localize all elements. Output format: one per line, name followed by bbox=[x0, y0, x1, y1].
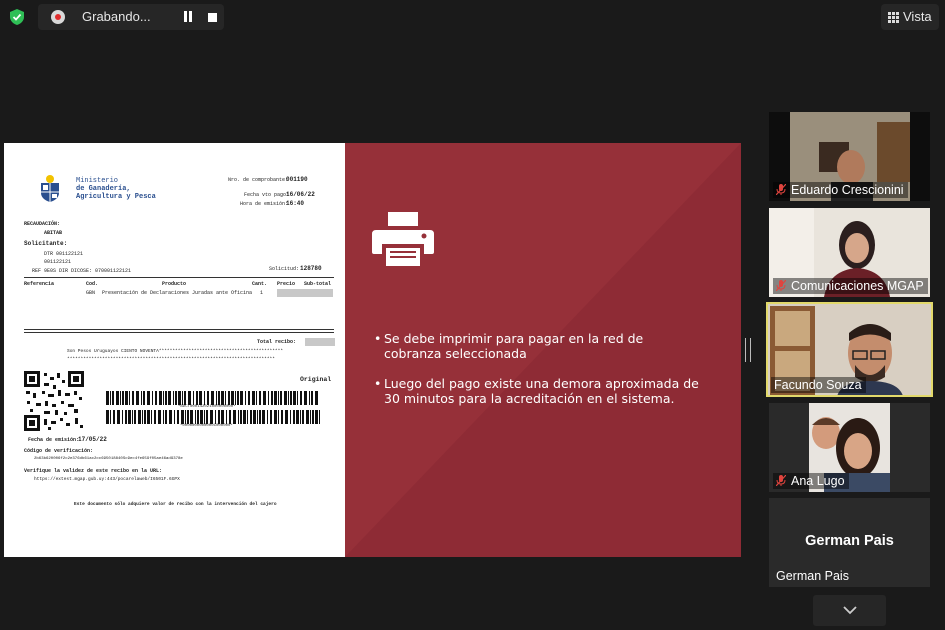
ref-line: REF 9E0S DIR DICOSE: 070001122121 bbox=[32, 268, 132, 274]
price-redaction bbox=[277, 289, 333, 297]
col-producto: Producto bbox=[162, 281, 187, 287]
printer-icon bbox=[372, 212, 434, 266]
stars-line: ****************************************… bbox=[67, 357, 275, 362]
receipt-footer: Este documento sólo adquiere valor de re… bbox=[74, 502, 277, 507]
solicitante-line-2: 001122121 bbox=[44, 259, 72, 265]
barcode-2 bbox=[106, 410, 320, 424]
scroll-participants-button[interactable] bbox=[813, 595, 886, 626]
verifique-label: Verifique la validez de este recibo en l… bbox=[24, 468, 163, 474]
son-pesos-line: Son Pesos Uruguayos CIENTO NOVENTA******… bbox=[67, 349, 284, 354]
solicitud-label: Solicitud: bbox=[269, 266, 300, 272]
bullet-print: Se debe imprimir para pagar en la red de… bbox=[374, 331, 704, 361]
grid-icon bbox=[888, 12, 899, 23]
muted-mic-icon bbox=[776, 475, 786, 486]
total-divider-1 bbox=[24, 329, 334, 330]
participant-name-text: German Pais bbox=[776, 569, 849, 583]
ministry-line-3: Agricultura y Pesca bbox=[76, 193, 156, 201]
original-label: Original bbox=[300, 376, 332, 383]
uruguay-coat-of-arms-logo bbox=[41, 175, 59, 202]
solicitante-label: Solicitante: bbox=[24, 240, 68, 247]
ministry-name: Ministerio de Ganadería, Agricultura y P… bbox=[76, 177, 156, 201]
codigo-label: Código de verificación: bbox=[24, 448, 94, 454]
qr-code bbox=[24, 371, 84, 431]
participant-name: Comunicaciones MGAP bbox=[773, 278, 928, 294]
col-referencia: Referencia bbox=[24, 281, 55, 287]
ministry-line-2: de Ganadería, bbox=[76, 185, 131, 193]
participant-name-text: Facundo Souza bbox=[774, 378, 862, 392]
barcode-1-text: *BDCT000142021000000000* bbox=[178, 405, 236, 409]
participant-name: Ana Lugo bbox=[773, 473, 849, 489]
recaudacion-value: ABITAB bbox=[44, 230, 63, 236]
participant-name: German Pais bbox=[773, 568, 853, 584]
participant-name-text: Comunicaciones MGAP bbox=[791, 279, 924, 293]
meeting-top-bar: Grabando... Vista bbox=[0, 0, 945, 34]
participant-tile-ana[interactable]: Ana Lugo bbox=[769, 403, 930, 492]
record-icon bbox=[51, 10, 65, 24]
ministry-line-1: Ministerio bbox=[76, 177, 119, 185]
col-precio: Precio bbox=[277, 281, 296, 287]
muted-mic-icon bbox=[776, 280, 786, 291]
col-cant: Cant. bbox=[252, 281, 268, 287]
panel-resize-handle[interactable] bbox=[745, 338, 751, 362]
view-label: Vista bbox=[903, 9, 932, 24]
fecha-vto-value: 16/06/22 bbox=[286, 191, 315, 198]
total-divider-2 bbox=[24, 332, 334, 333]
fecha-vto-label: Fecha vto pago: bbox=[244, 192, 290, 198]
participant-tile-facundo[interactable]: Facundo Souza bbox=[766, 302, 933, 397]
pause-recording-button[interactable] bbox=[182, 11, 194, 23]
chevron-down-icon bbox=[843, 606, 857, 615]
verification-url: https://extest.mgap.gub.uy:443/pocarelaw… bbox=[34, 477, 180, 482]
row-cod: GBN bbox=[86, 290, 96, 296]
participant-name: Facundo Souza bbox=[771, 377, 866, 393]
row-producto: Presentación de Declaraciones Juradas an… bbox=[102, 290, 253, 296]
participant-name-center: German Pais bbox=[805, 533, 894, 549]
comprobante-label: Nro. de comprobante: bbox=[228, 177, 289, 183]
row-cant: 1 bbox=[260, 290, 264, 296]
hora-label: Hora de emisión: bbox=[240, 201, 289, 207]
recording-label: Grabando... bbox=[82, 9, 151, 24]
col-subtotal: Sub-total bbox=[304, 281, 332, 287]
stop-recording-button[interactable] bbox=[208, 13, 217, 22]
slide-bullet-list: Se debe imprimir para pagar en la red de… bbox=[374, 331, 704, 421]
muted-mic-icon bbox=[776, 184, 786, 195]
bullet-delay: Luego del pago existe una demora aproxim… bbox=[374, 376, 704, 406]
participant-name-text: Eduardo Crescionini bbox=[791, 183, 904, 197]
view-button[interactable]: Vista bbox=[881, 4, 939, 30]
total-label: Total recibo: bbox=[257, 339, 297, 345]
comprobante-value: 001190 bbox=[286, 176, 308, 183]
shared-screen-slide: Ministerio de Ganadería, Agricultura y P… bbox=[4, 143, 741, 557]
recording-indicator: Grabando... bbox=[38, 4, 224, 30]
participant-name: Eduardo Crescionini bbox=[773, 182, 908, 198]
hora-value: 16:40 bbox=[286, 200, 305, 207]
col-cod: Cod. bbox=[86, 281, 99, 287]
barcode-1 bbox=[106, 391, 318, 405]
total-redaction bbox=[305, 338, 335, 346]
recaudacion-label: RECAUDACIÓN: bbox=[24, 221, 61, 227]
participant-tile-german[interactable]: German Pais German Pais bbox=[769, 498, 930, 587]
fecha-emision-value: 17/05/22 bbox=[78, 436, 107, 443]
payment-receipt-document: Ministerio de Ganadería, Agricultura y P… bbox=[4, 143, 345, 557]
shield-check-icon[interactable] bbox=[8, 8, 26, 26]
solicitud-value: 128780 bbox=[300, 265, 322, 272]
participant-name-text: Ana Lugo bbox=[791, 474, 845, 488]
barcode-2-text: *00000000000001000000* bbox=[180, 424, 233, 428]
participant-tile-eduardo[interactable]: Eduardo Crescionini bbox=[769, 112, 930, 201]
participant-tile-comunicaciones[interactable]: Comunicaciones MGAP bbox=[769, 208, 930, 297]
codigo-value: 2b63b620006f2c2e376db61ac2cc695018840Sc9… bbox=[34, 457, 183, 461]
solicitante-line-1: DTR 001122121 bbox=[44, 251, 84, 257]
header-divider bbox=[24, 277, 334, 278]
fecha-emision-label: Fecha de emisión: bbox=[28, 437, 80, 443]
